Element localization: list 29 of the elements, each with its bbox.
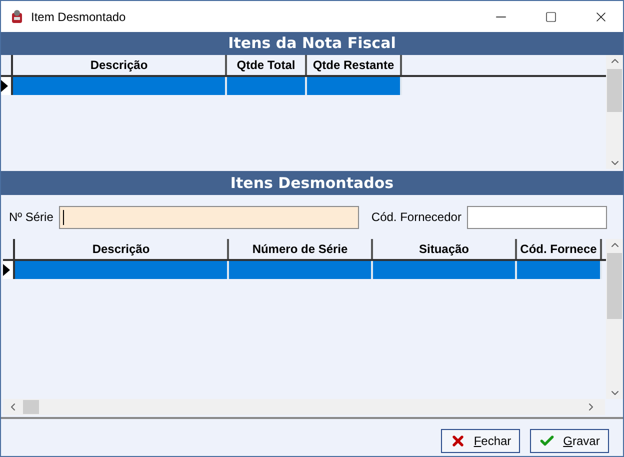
row-pointer-icon xyxy=(3,264,10,276)
column-header[interactable]: Número de Série xyxy=(229,239,373,259)
scroll-thumb[interactable] xyxy=(23,400,39,414)
close-button[interactable]: Fechar xyxy=(441,429,520,453)
column-header[interactable]: Descrição xyxy=(15,239,229,259)
field-label: Nº Série xyxy=(9,209,54,226)
table-row[interactable] xyxy=(3,259,606,279)
app-icon xyxy=(9,8,25,24)
column-header[interactable]: Cód. Fornece xyxy=(517,239,602,259)
horizontal-scrollbar[interactable] xyxy=(3,399,605,415)
vertical-scrollbar[interactable] xyxy=(606,239,623,399)
supplier-code-field[interactable] xyxy=(467,206,608,228)
field-label: Cód. Fornecedor xyxy=(371,209,462,226)
column-header[interactable]: Qtde Total xyxy=(227,55,307,75)
column-header[interactable]: Situação xyxy=(373,239,517,259)
table-row[interactable] xyxy=(1,75,606,95)
vertical-scrollbar[interactable] xyxy=(606,55,623,169)
section-header: Itens Desmontados xyxy=(1,171,623,195)
column-header[interactable]: Qtde Restante xyxy=(307,55,402,75)
scroll-thumb[interactable] xyxy=(607,253,622,319)
section-header: Itens da Nota Fiscal xyxy=(1,32,623,55)
scroll-thumb[interactable] xyxy=(607,69,622,112)
serial-number-field[interactable] xyxy=(59,206,360,228)
close-icon xyxy=(450,433,466,449)
maximize-icon[interactable] xyxy=(545,10,557,22)
column-header[interactable]: Descrição xyxy=(13,55,227,75)
window-title: Item Desmontado xyxy=(31,8,127,26)
save-button[interactable]: Gravar xyxy=(530,429,609,453)
row-pointer-icon xyxy=(1,80,8,92)
